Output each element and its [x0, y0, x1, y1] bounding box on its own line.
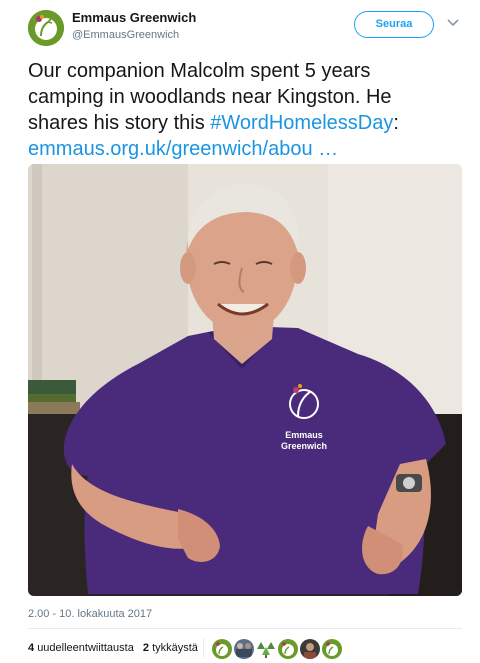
shirt-logo-line2: Greenwich	[281, 441, 327, 451]
tweet-line-3-suffix: :	[393, 112, 399, 134]
liker-avatar-1[interactable]	[212, 639, 232, 659]
retweet-count: 4	[28, 642, 35, 654]
liker-avatar-2[interactable]	[234, 639, 254, 659]
emmaus-logo-icon	[28, 10, 64, 46]
tweet-timestamp[interactable]: 2.00 - 10. lokakuuta 2017	[28, 608, 152, 620]
tweet-header: Emmaus Greenwich @EmmausGreenwich Seuraa	[28, 8, 468, 48]
tweet-line-1: Our companion Malcolm spent 5 years	[28, 60, 371, 82]
emmaus-logo-icon	[278, 639, 298, 659]
liker-avatar-3[interactable]	[256, 639, 276, 659]
hashtag-link[interactable]: #WordHomelessDay	[210, 112, 393, 134]
tweet-line-3-prefix: shares his story this	[28, 112, 211, 134]
tweet-photo[interactable]: Emmaus Greenwich	[28, 164, 462, 596]
tweet-url-link[interactable]: emmaus.org.uk/greenwich/abou …	[28, 136, 458, 162]
like-label: tykkäystä	[152, 642, 198, 654]
photo-image: Emmaus Greenwich	[28, 164, 462, 596]
retweet-stat[interactable]: 4 uudelleentwiittausta	[28, 642, 134, 654]
tweet-stats: 4 uudelleentwiittausta 2 tykkäystä	[28, 642, 198, 654]
chevron-down-icon[interactable]	[446, 18, 460, 28]
liker-avatar-5[interactable]	[300, 639, 320, 659]
like-count: 2	[142, 642, 149, 654]
tweet-line-3: shares his story this #WordHomelessDay:	[28, 110, 458, 136]
account-handle[interactable]: @EmmausGreenwich	[72, 29, 179, 41]
liker-avatar-6[interactable]	[322, 639, 342, 659]
stats-divider	[203, 638, 204, 658]
tree-icon	[256, 639, 276, 659]
tweet-text: Our companion Malcolm spent 5 years camp…	[28, 58, 458, 162]
photo-avatar-icon	[300, 639, 320, 659]
follow-button[interactable]: Seuraa	[354, 11, 434, 38]
retweet-label: uudelleentwiittausta	[37, 642, 134, 654]
divider	[28, 628, 462, 629]
shirt-logo-line1: Emmaus	[285, 430, 323, 440]
like-stat[interactable]: 2 tykkäystä	[143, 642, 198, 654]
emmaus-logo-icon	[322, 639, 342, 659]
account-name[interactable]: Emmaus Greenwich	[72, 10, 196, 25]
liker-avatar-4[interactable]	[278, 639, 298, 659]
photo-avatar-icon	[234, 639, 254, 659]
profile-avatar[interactable]	[28, 10, 64, 46]
tweet-line-2: camping in woodlands near Kingston. He	[28, 86, 392, 108]
emmaus-logo-icon	[212, 639, 232, 659]
